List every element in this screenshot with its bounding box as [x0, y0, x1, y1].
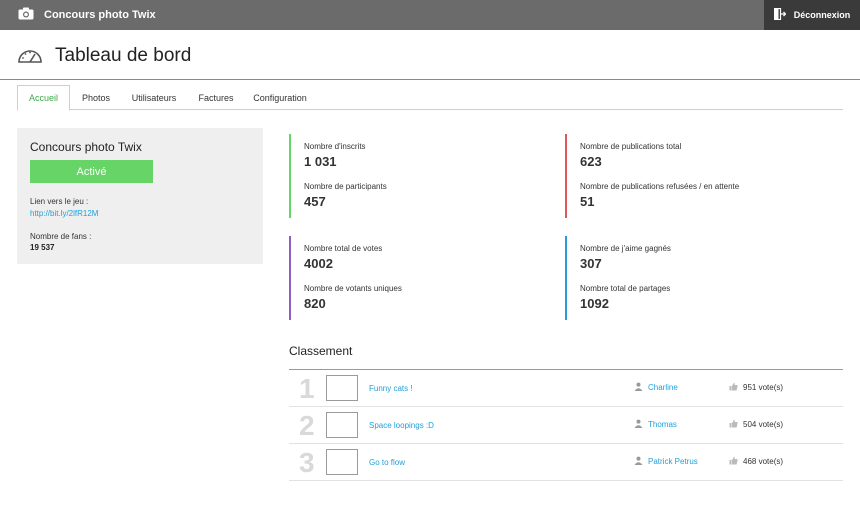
stat-inscrits: Nombre d'inscrits 1 031 — [304, 142, 387, 169]
contest-info-card: Concours photo Twix Activé Lien vers le … — [17, 128, 263, 264]
stat-label: Nombre d'inscrits — [304, 142, 366, 151]
stat-label: Nombre de votants uniques — [304, 284, 402, 293]
author-name: Thomas — [648, 420, 677, 429]
stats-publications: Nombre de publications total 623 Nombre … — [565, 134, 739, 218]
thumbs-up-icon — [729, 382, 738, 393]
page-header: Tableau de bord — [0, 30, 860, 80]
stat-publications: Nombre de publications total 623 — [580, 142, 739, 169]
logout-button[interactable]: Déconnexion — [764, 0, 860, 30]
stat-value: 307 — [580, 256, 602, 271]
user-icon — [634, 382, 643, 393]
stat-refusees: Nombre de publications refusées / en att… — [580, 182, 739, 209]
author-name: Charline — [648, 383, 678, 392]
stat-partages: Nombre total de partages 1092 — [580, 284, 671, 311]
vote-count-text: 951 vote(s) — [743, 383, 784, 392]
photo-title-link[interactable]: Funny cats ! — [369, 384, 413, 393]
stat-participants: Nombre de participants 457 — [304, 182, 387, 209]
stat-value: 457 — [304, 194, 326, 209]
author-name: Patrick Petrus — [648, 457, 698, 466]
vote-count: 504 vote(s) — [729, 419, 783, 430]
stat-label: Nombre de publications total — [580, 142, 682, 151]
stat-votants: Nombre de votants uniques 820 — [304, 284, 402, 311]
ranking-row: 2 Space loopings :D Thomas 504 vote(s) — [289, 407, 843, 444]
fans-count: 19 537 — [30, 243, 55, 252]
user-icon — [634, 456, 643, 467]
stats-votes: Nombre total de votes 4002 Nombre de vot… — [289, 236, 402, 320]
fans-label: Nombre de fans : — [30, 232, 92, 241]
thumbs-up-icon — [729, 456, 738, 467]
author-link[interactable]: Thomas — [634, 419, 677, 430]
tab-factures[interactable]: Factures — [193, 85, 239, 110]
vote-count-text: 504 vote(s) — [743, 420, 784, 429]
logout-label: Déconnexion — [793, 10, 851, 20]
stat-value: 4002 — [304, 256, 333, 271]
stat-value: 623 — [580, 154, 602, 169]
stats-social: Nombre de j'aime gagnés 307 Nombre total… — [565, 236, 671, 320]
photo-title-link[interactable]: Go to flow — [369, 458, 405, 467]
vote-count: 951 vote(s) — [729, 382, 783, 393]
stat-value: 51 — [580, 194, 595, 209]
stat-value: 1 031 — [304, 154, 337, 169]
game-link[interactable]: http://bit.ly/2lfR12M — [30, 209, 98, 218]
tab-utilisateurs[interactable]: Utilisateurs — [125, 85, 183, 110]
tab-bar: Accueil Photos Utilisateurs Factures Con… — [17, 85, 843, 111]
ranking-row: 1 Funny cats ! Charline 951 vote(s) — [289, 370, 843, 407]
stat-label: Nombre de j'aime gagnés — [580, 244, 671, 253]
photo-thumbnail[interactable] — [326, 449, 358, 475]
rank-number: 1 — [299, 373, 315, 404]
stat-label: Nombre de participants — [304, 182, 387, 191]
status-button[interactable]: Activé — [30, 160, 153, 183]
camera-icon — [18, 7, 34, 23]
stat-label: Nombre de publications refusées / en att… — [580, 182, 740, 191]
top-bar: Concours photo Twix Déconnexion — [0, 0, 860, 30]
author-link[interactable]: Charline — [634, 382, 678, 393]
user-icon — [634, 419, 643, 430]
stats-registration: Nombre d'inscrits 1 031 Nombre de partic… — [289, 134, 387, 218]
tab-photos[interactable]: Photos — [75, 85, 117, 110]
stat-votes: Nombre total de votes 4002 — [304, 244, 402, 271]
game-link-label: Lien vers le jeu : — [30, 197, 89, 206]
app-brand: Concours photo Twix — [18, 0, 156, 30]
rank-number: 2 — [299, 410, 315, 441]
photo-thumbnail[interactable] — [326, 375, 358, 401]
page-title: Tableau de bord — [55, 45, 192, 66]
stat-value: 820 — [304, 296, 326, 311]
vote-count-text: 468 vote(s) — [743, 457, 784, 466]
photo-thumbnail[interactable] — [326, 412, 358, 438]
logout-icon — [773, 7, 787, 22]
thumbs-up-icon — [729, 419, 738, 430]
stat-value: 1092 — [580, 296, 609, 311]
author-link[interactable]: Patrick Petrus — [634, 456, 698, 467]
stat-jaime: Nombre de j'aime gagnés 307 — [580, 244, 671, 271]
vote-count: 468 vote(s) — [729, 456, 783, 467]
dashboard-gauge-icon — [17, 46, 43, 69]
tab-accueil[interactable]: Accueil — [17, 85, 70, 111]
stat-label: Nombre total de votes — [304, 244, 383, 253]
stat-label: Nombre total de partages — [580, 284, 671, 293]
app-title: Concours photo Twix — [44, 9, 156, 21]
tab-configuration[interactable]: Configuration — [249, 85, 311, 110]
ranking-row: 3 Go to flow Patrick Petrus 468 vote(s) — [289, 444, 843, 481]
contest-name: Concours photo Twix — [30, 140, 142, 154]
ranking-title: Classement — [289, 344, 353, 358]
photo-title-link[interactable]: Space loopings :D — [369, 421, 434, 430]
rank-number: 3 — [299, 447, 315, 478]
